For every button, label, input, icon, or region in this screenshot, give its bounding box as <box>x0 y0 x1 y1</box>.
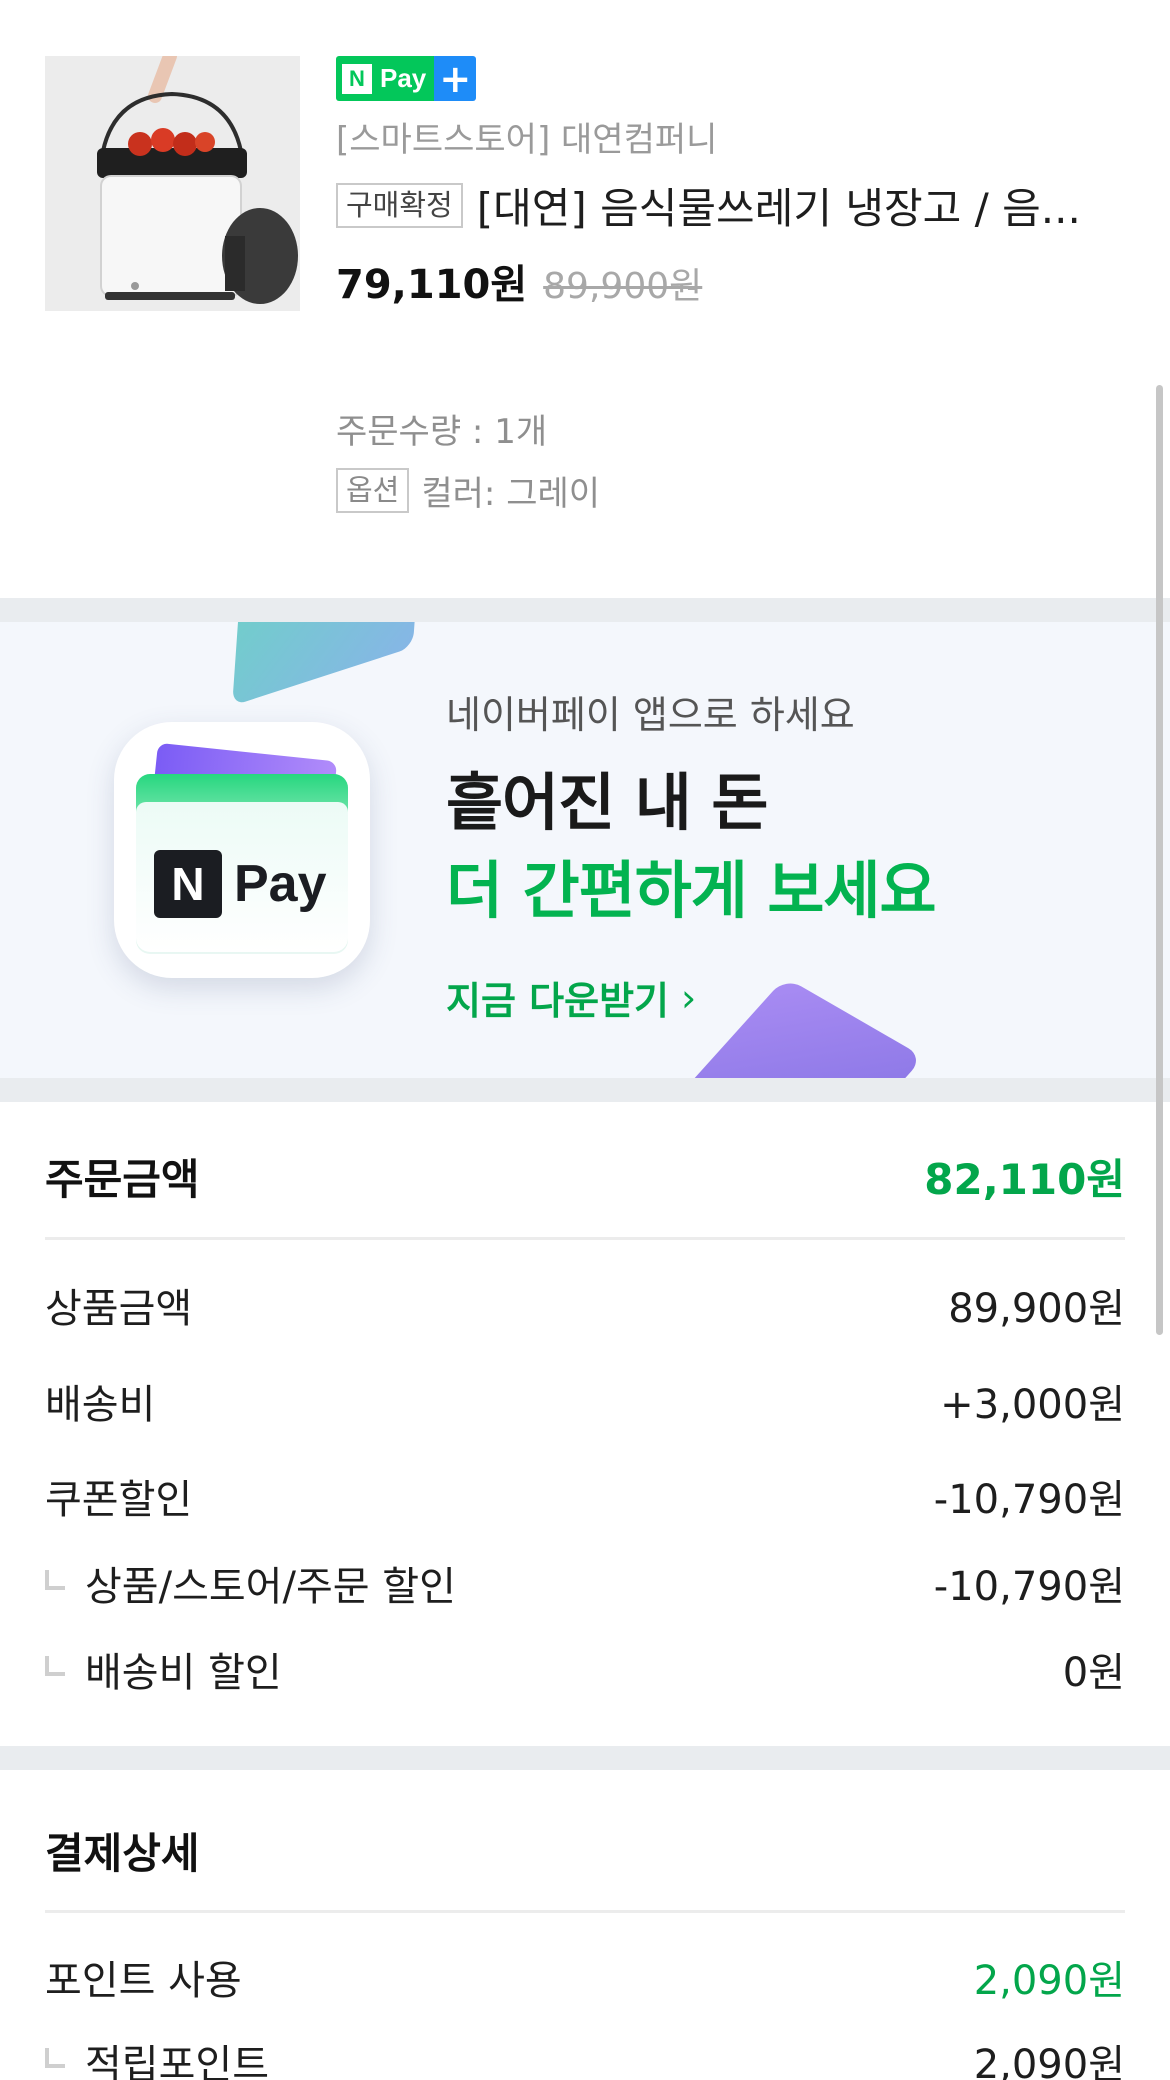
summary-row-store-discount: 상품/스토어/주문 할인 -10,790원 <box>45 1554 1125 1612</box>
payment-row-point-usage: 포인트 사용 2,090원 <box>45 1948 1125 2006</box>
price-row: 79,110원 89,900원 <box>336 252 702 310</box>
naver-n-icon: N <box>154 850 222 918</box>
payment-detail-title: 결제상세 <box>45 1829 200 1878</box>
payment-detail-header: 결제상세 <box>45 1820 1125 1881</box>
sub-item-indent-icon <box>45 1570 65 1590</box>
original-price: 89,900원 <box>543 266 703 307</box>
download-now-label: 지금 다운받기 <box>446 979 669 1023</box>
store-name[interactable]: [스마트스토어] 대연컴퍼니 <box>336 112 717 161</box>
section-divider <box>0 1746 1170 1770</box>
order-product-card: N Pay + [스마트스토어] 대연컴퍼니 구매확정 [대연] 음식물쓰레기 … <box>0 0 1170 598</box>
payment-row-earned-points: 적립포인트 2,090원 <box>45 2032 1125 2080</box>
pay-label: Pay <box>234 855 327 913</box>
summary-label: 배송비 할인 <box>85 1650 282 1696</box>
payment-divider <box>45 1910 1125 1913</box>
npay-plus-badge: N Pay + <box>336 56 477 101</box>
summary-label: 상품/스토어/주문 할인 <box>85 1564 456 1610</box>
summary-value: +3,000원 <box>940 1382 1125 1428</box>
product-thumbnail[interactable] <box>45 56 300 311</box>
sub-item-indent-icon <box>45 1656 65 1676</box>
summary-label: 배송비 <box>45 1382 156 1428</box>
purchase-status-badge: 구매확정 <box>336 183 463 228</box>
summary-value: 89,900원 <box>948 1286 1125 1332</box>
banner-headline-1: 흩어진 내 돈 <box>446 766 768 839</box>
sale-price: 79,110원 <box>336 262 528 308</box>
option-value: 컬러: 그레이 <box>421 474 601 514</box>
summary-value: -10,790원 <box>933 1564 1125 1610</box>
food-waste-fridge-image <box>45 56 300 311</box>
option-row: 옵션 컬러: 그레이 <box>336 466 600 515</box>
order-amount-title: 주문금액 <box>45 1155 200 1204</box>
payment-value: 2,090원 <box>973 2042 1125 2080</box>
sub-item-indent-icon <box>45 2048 65 2068</box>
vertical-scrollbar[interactable] <box>1156 385 1163 1335</box>
payment-label: 포인트 사용 <box>45 1958 242 2004</box>
summary-value: 0원 <box>1062 1650 1125 1696</box>
download-now-link[interactable]: 지금 다운받기 › <box>446 970 696 1025</box>
pay-label: Pay <box>380 63 427 93</box>
summary-divider <box>45 1237 1125 1240</box>
payment-value: 2,090원 <box>973 1958 1125 2004</box>
decorative-card-shape <box>232 622 422 706</box>
chevron-right-icon: › <box>681 975 697 1020</box>
option-tag: 옵션 <box>336 468 410 513</box>
summary-label: 상품금액 <box>45 1286 193 1332</box>
plus-icon: + <box>434 56 477 101</box>
order-amount-header: 주문금액 82,110원 <box>45 1146 1125 1207</box>
summary-row-coupon-discount: 쿠폰할인 -10,790원 <box>45 1467 1125 1525</box>
summary-label: 쿠폰할인 <box>45 1477 193 1523</box>
section-divider <box>0 598 1170 622</box>
summary-value: -10,790원 <box>933 1477 1125 1523</box>
order-quantity: 주문수량 : 1개 <box>336 412 548 452</box>
npay-app-banner[interactable]: N Pay 네이버페이 앱으로 하세요 흩어진 내 돈 더 간편하게 보세요 지… <box>0 622 1170 1078</box>
banner-headline-2: 더 간편하게 보세요 <box>446 854 936 927</box>
product-title[interactable]: [대연] 음식물쓰레기 냉장고 / 음... <box>477 175 1126 236</box>
payment-label: 적립포인트 <box>85 2042 269 2080</box>
section-divider <box>0 1078 1170 1102</box>
naver-n-icon: N <box>342 63 372 94</box>
summary-row-shipping: 배송비 +3,000원 <box>45 1372 1125 1430</box>
banner-subtitle: 네이버페이 앱으로 하세요 <box>446 693 855 737</box>
summary-row-product-amount: 상품금액 89,900원 <box>45 1276 1125 1334</box>
order-amount-total: 82,110원 <box>924 1155 1125 1204</box>
decorative-card-shape <box>675 977 925 1078</box>
summary-row-shipping-discount: 배송비 할인 0원 <box>45 1640 1125 1698</box>
product-title-row[interactable]: 구매확정 [대연] 음식물쓰레기 냉장고 / 음... <box>336 175 1126 236</box>
npay-app-icon: N Pay <box>114 722 370 978</box>
